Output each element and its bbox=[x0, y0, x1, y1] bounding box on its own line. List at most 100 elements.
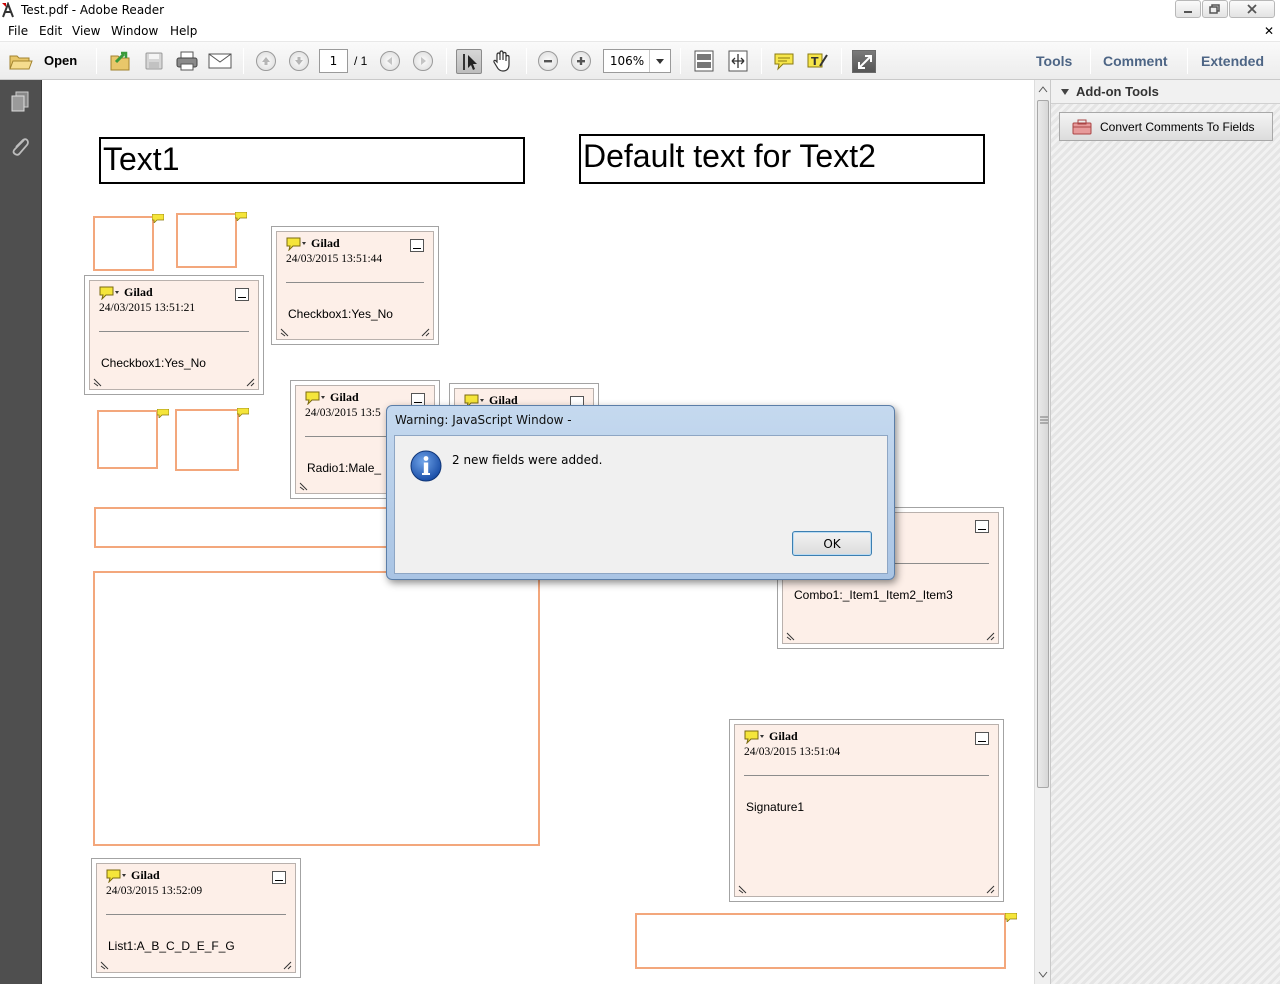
window-title: Test.pdf - Adobe Reader bbox=[21, 3, 165, 17]
resize-grip-icon[interactable] bbox=[100, 961, 109, 970]
minimize-note-button[interactable] bbox=[975, 520, 989, 533]
chevron-down-icon[interactable] bbox=[1061, 89, 1069, 95]
radio-field[interactable] bbox=[175, 409, 239, 471]
grip-lines-icon bbox=[1040, 416, 1048, 424]
menu-help[interactable]: Help bbox=[170, 24, 197, 38]
scrollbar-thumb[interactable] bbox=[1037, 100, 1049, 788]
zoom-out-button[interactable] bbox=[536, 50, 560, 72]
tools-pane-link[interactable]: Tools bbox=[1036, 53, 1072, 69]
fit-width-icon[interactable] bbox=[726, 50, 750, 72]
paperclip-icon[interactable] bbox=[9, 134, 31, 158]
next-view-button[interactable] bbox=[411, 50, 435, 72]
note-comment-icon[interactable] bbox=[99, 286, 121, 300]
scroll-up-icon[interactable] bbox=[1038, 85, 1048, 93]
resize-grip-icon[interactable] bbox=[280, 328, 289, 337]
text2-field[interactable]: Default text for Text2 bbox=[579, 134, 985, 184]
note-flag-icon[interactable] bbox=[1005, 913, 1017, 922]
hand-tool-icon[interactable] bbox=[490, 50, 514, 72]
close-document-icon[interactable]: ✕ bbox=[1264, 24, 1274, 38]
text1-field[interactable]: Text1 bbox=[99, 137, 525, 184]
next-page-button[interactable] bbox=[287, 50, 311, 72]
fit-page-icon[interactable] bbox=[692, 50, 716, 72]
menu-edit[interactable]: Edit bbox=[39, 24, 62, 38]
note-author: Gilad bbox=[131, 868, 160, 882]
minimize-note-button[interactable] bbox=[975, 732, 989, 745]
info-icon bbox=[410, 450, 442, 482]
tools-pane: Add-on Tools Convert Comments To Fields bbox=[1050, 80, 1280, 984]
note-text[interactable]: Checkbox1:Yes_No bbox=[101, 356, 206, 370]
resize-grip-icon[interactable] bbox=[283, 961, 292, 970]
create-pdf-icon[interactable] bbox=[108, 50, 132, 72]
note-text[interactable]: Checkbox1:Yes_No bbox=[288, 307, 393, 321]
comment-popup[interactable]: Gilad 24/03/2015 13:51:44 Checkbox1:Yes_… bbox=[271, 226, 439, 345]
menu-file[interactable]: File bbox=[8, 24, 28, 38]
navigation-pane bbox=[0, 80, 42, 984]
save-icon[interactable] bbox=[142, 50, 166, 72]
note-flag-icon[interactable] bbox=[235, 212, 247, 221]
note-author: Gilad bbox=[330, 390, 359, 404]
note-author: Gilad bbox=[124, 285, 153, 299]
note-text[interactable]: Radio1:Male_ bbox=[307, 461, 381, 475]
highlight-text-icon[interactable]: T bbox=[805, 50, 829, 72]
menu-window[interactable]: Window bbox=[111, 24, 158, 38]
resize-grip-icon[interactable] bbox=[986, 632, 995, 641]
note-flag-icon[interactable] bbox=[157, 409, 169, 418]
list-field[interactable] bbox=[93, 571, 540, 846]
full-screen-button[interactable] bbox=[852, 50, 876, 73]
previous-view-button[interactable] bbox=[378, 50, 402, 72]
vertical-scrollbar[interactable] bbox=[1034, 80, 1050, 984]
note-comment-icon[interactable] bbox=[286, 237, 308, 251]
resize-grip-icon[interactable] bbox=[786, 632, 795, 641]
minimize-button[interactable] bbox=[1175, 0, 1201, 18]
note-text[interactable]: Combo1:_Item1_Item2_Item3 bbox=[794, 588, 953, 602]
resize-grip-icon[interactable] bbox=[93, 378, 102, 387]
menu-view[interactable]: View bbox=[72, 24, 100, 38]
restore-button[interactable] bbox=[1202, 0, 1228, 18]
convert-comments-label: Convert Comments To Fields bbox=[1100, 119, 1255, 134]
note-text[interactable]: Signature1 bbox=[746, 800, 804, 814]
note-comment-icon[interactable] bbox=[305, 391, 327, 405]
select-tool-button[interactable] bbox=[456, 49, 482, 74]
pages-icon[interactable] bbox=[9, 90, 31, 114]
chevron-down-icon[interactable] bbox=[649, 50, 670, 72]
extended-pane-link[interactable]: Extended bbox=[1201, 53, 1264, 69]
minimize-note-button[interactable] bbox=[272, 871, 286, 884]
note-text[interactable]: List1:A_B_C_D_E_F_G bbox=[108, 939, 235, 953]
previous-page-button[interactable] bbox=[254, 50, 278, 72]
addon-tools-header[interactable]: Add-on Tools bbox=[1051, 80, 1280, 104]
open-folder-icon[interactable] bbox=[9, 50, 33, 72]
close-window-button[interactable] bbox=[1229, 0, 1275, 18]
resize-grip-icon[interactable] bbox=[986, 885, 995, 894]
note-flag-icon[interactable] bbox=[152, 214, 164, 223]
checkbox-field[interactable] bbox=[93, 216, 154, 271]
page-number-input[interactable]: 1 bbox=[319, 49, 348, 73]
zoom-in-button[interactable] bbox=[569, 50, 593, 72]
resize-grip-icon[interactable] bbox=[246, 378, 255, 387]
comment-popup[interactable]: Gilad 24/03/2015 13:51:21 Checkbox1:Yes_… bbox=[84, 275, 264, 395]
signature-field[interactable] bbox=[635, 913, 1006, 969]
scroll-down-icon[interactable] bbox=[1038, 971, 1048, 979]
radio-field[interactable] bbox=[97, 410, 158, 469]
checkbox-field[interactable] bbox=[176, 213, 237, 268]
comment-popup[interactable]: Gilad 24/03/2015 13:52:09 List1:A_B_C_D_… bbox=[91, 858, 301, 978]
resize-grip-icon[interactable] bbox=[421, 328, 430, 337]
zoom-select[interactable]: 106% bbox=[603, 49, 671, 73]
note-comment-icon[interactable] bbox=[106, 869, 128, 883]
toolbox-icon bbox=[1072, 119, 1092, 134]
comment-popup[interactable]: Gilad 24/03/2015 13:51:04 Signature1 bbox=[729, 719, 1004, 902]
minimize-note-button[interactable] bbox=[410, 239, 424, 252]
comment-pane-link[interactable]: Comment bbox=[1103, 53, 1168, 69]
print-icon[interactable] bbox=[175, 50, 199, 72]
convert-comments-button[interactable]: Convert Comments To Fields bbox=[1059, 112, 1273, 141]
open-button[interactable]: Open bbox=[44, 53, 77, 68]
minimize-note-button[interactable] bbox=[235, 288, 249, 301]
ok-button[interactable]: OK bbox=[792, 531, 872, 556]
resize-grip-icon[interactable] bbox=[738, 885, 747, 894]
email-icon[interactable] bbox=[208, 50, 232, 72]
note-comment-icon[interactable] bbox=[744, 730, 766, 744]
resize-grip-icon[interactable] bbox=[299, 482, 308, 491]
expand-icon bbox=[858, 55, 872, 69]
combo-field[interactable] bbox=[94, 507, 394, 548]
sticky-note-icon[interactable] bbox=[772, 50, 796, 72]
note-flag-icon[interactable] bbox=[237, 408, 249, 417]
